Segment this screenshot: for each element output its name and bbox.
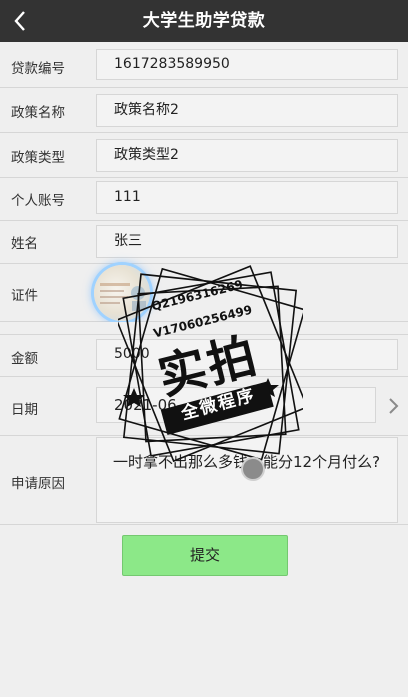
loan-no-field[interactable]: 1617283589950 <box>96 49 398 80</box>
certificate-label: 证件 <box>11 288 38 304</box>
row-name: 姓名 张三 <box>0 221 408 264</box>
policy-type-field[interactable]: 政策类型2 <box>96 139 398 172</box>
row-account: 个人账号 111 <box>0 178 408 221</box>
policy-name-field[interactable]: 政策名称2 <box>96 94 398 127</box>
page-title: 大学生助学贷款 <box>142 11 266 31</box>
loan-no-label: 贷款编号 <box>11 61 65 77</box>
date-label: 日期 <box>11 402 38 418</box>
floating-dot <box>243 459 263 479</box>
name-label: 姓名 <box>11 236 38 252</box>
amount-label: 金额 <box>11 351 38 367</box>
policy-name-label: 政策名称 <box>11 105 65 121</box>
row-policy-name: 政策名称 政策名称2 <box>0 88 408 133</box>
account-field[interactable]: 111 <box>96 181 398 214</box>
reason-label: 申请原因 <box>11 476 65 492</box>
row-policy-type: 政策类型 政策类型2 <box>0 133 408 178</box>
submit-button[interactable]: 提交 <box>122 535 288 576</box>
row-loan-no: 贷款编号 1617283589950 <box>0 42 408 88</box>
policy-type-label: 政策类型 <box>11 150 65 166</box>
chevron-right-icon <box>389 398 399 414</box>
header-bar: 大学生助学贷款 <box>0 0 408 42</box>
account-label: 个人账号 <box>11 193 65 209</box>
name-field[interactable]: 张三 <box>96 225 398 258</box>
date-picker-arrow[interactable] <box>386 397 400 415</box>
